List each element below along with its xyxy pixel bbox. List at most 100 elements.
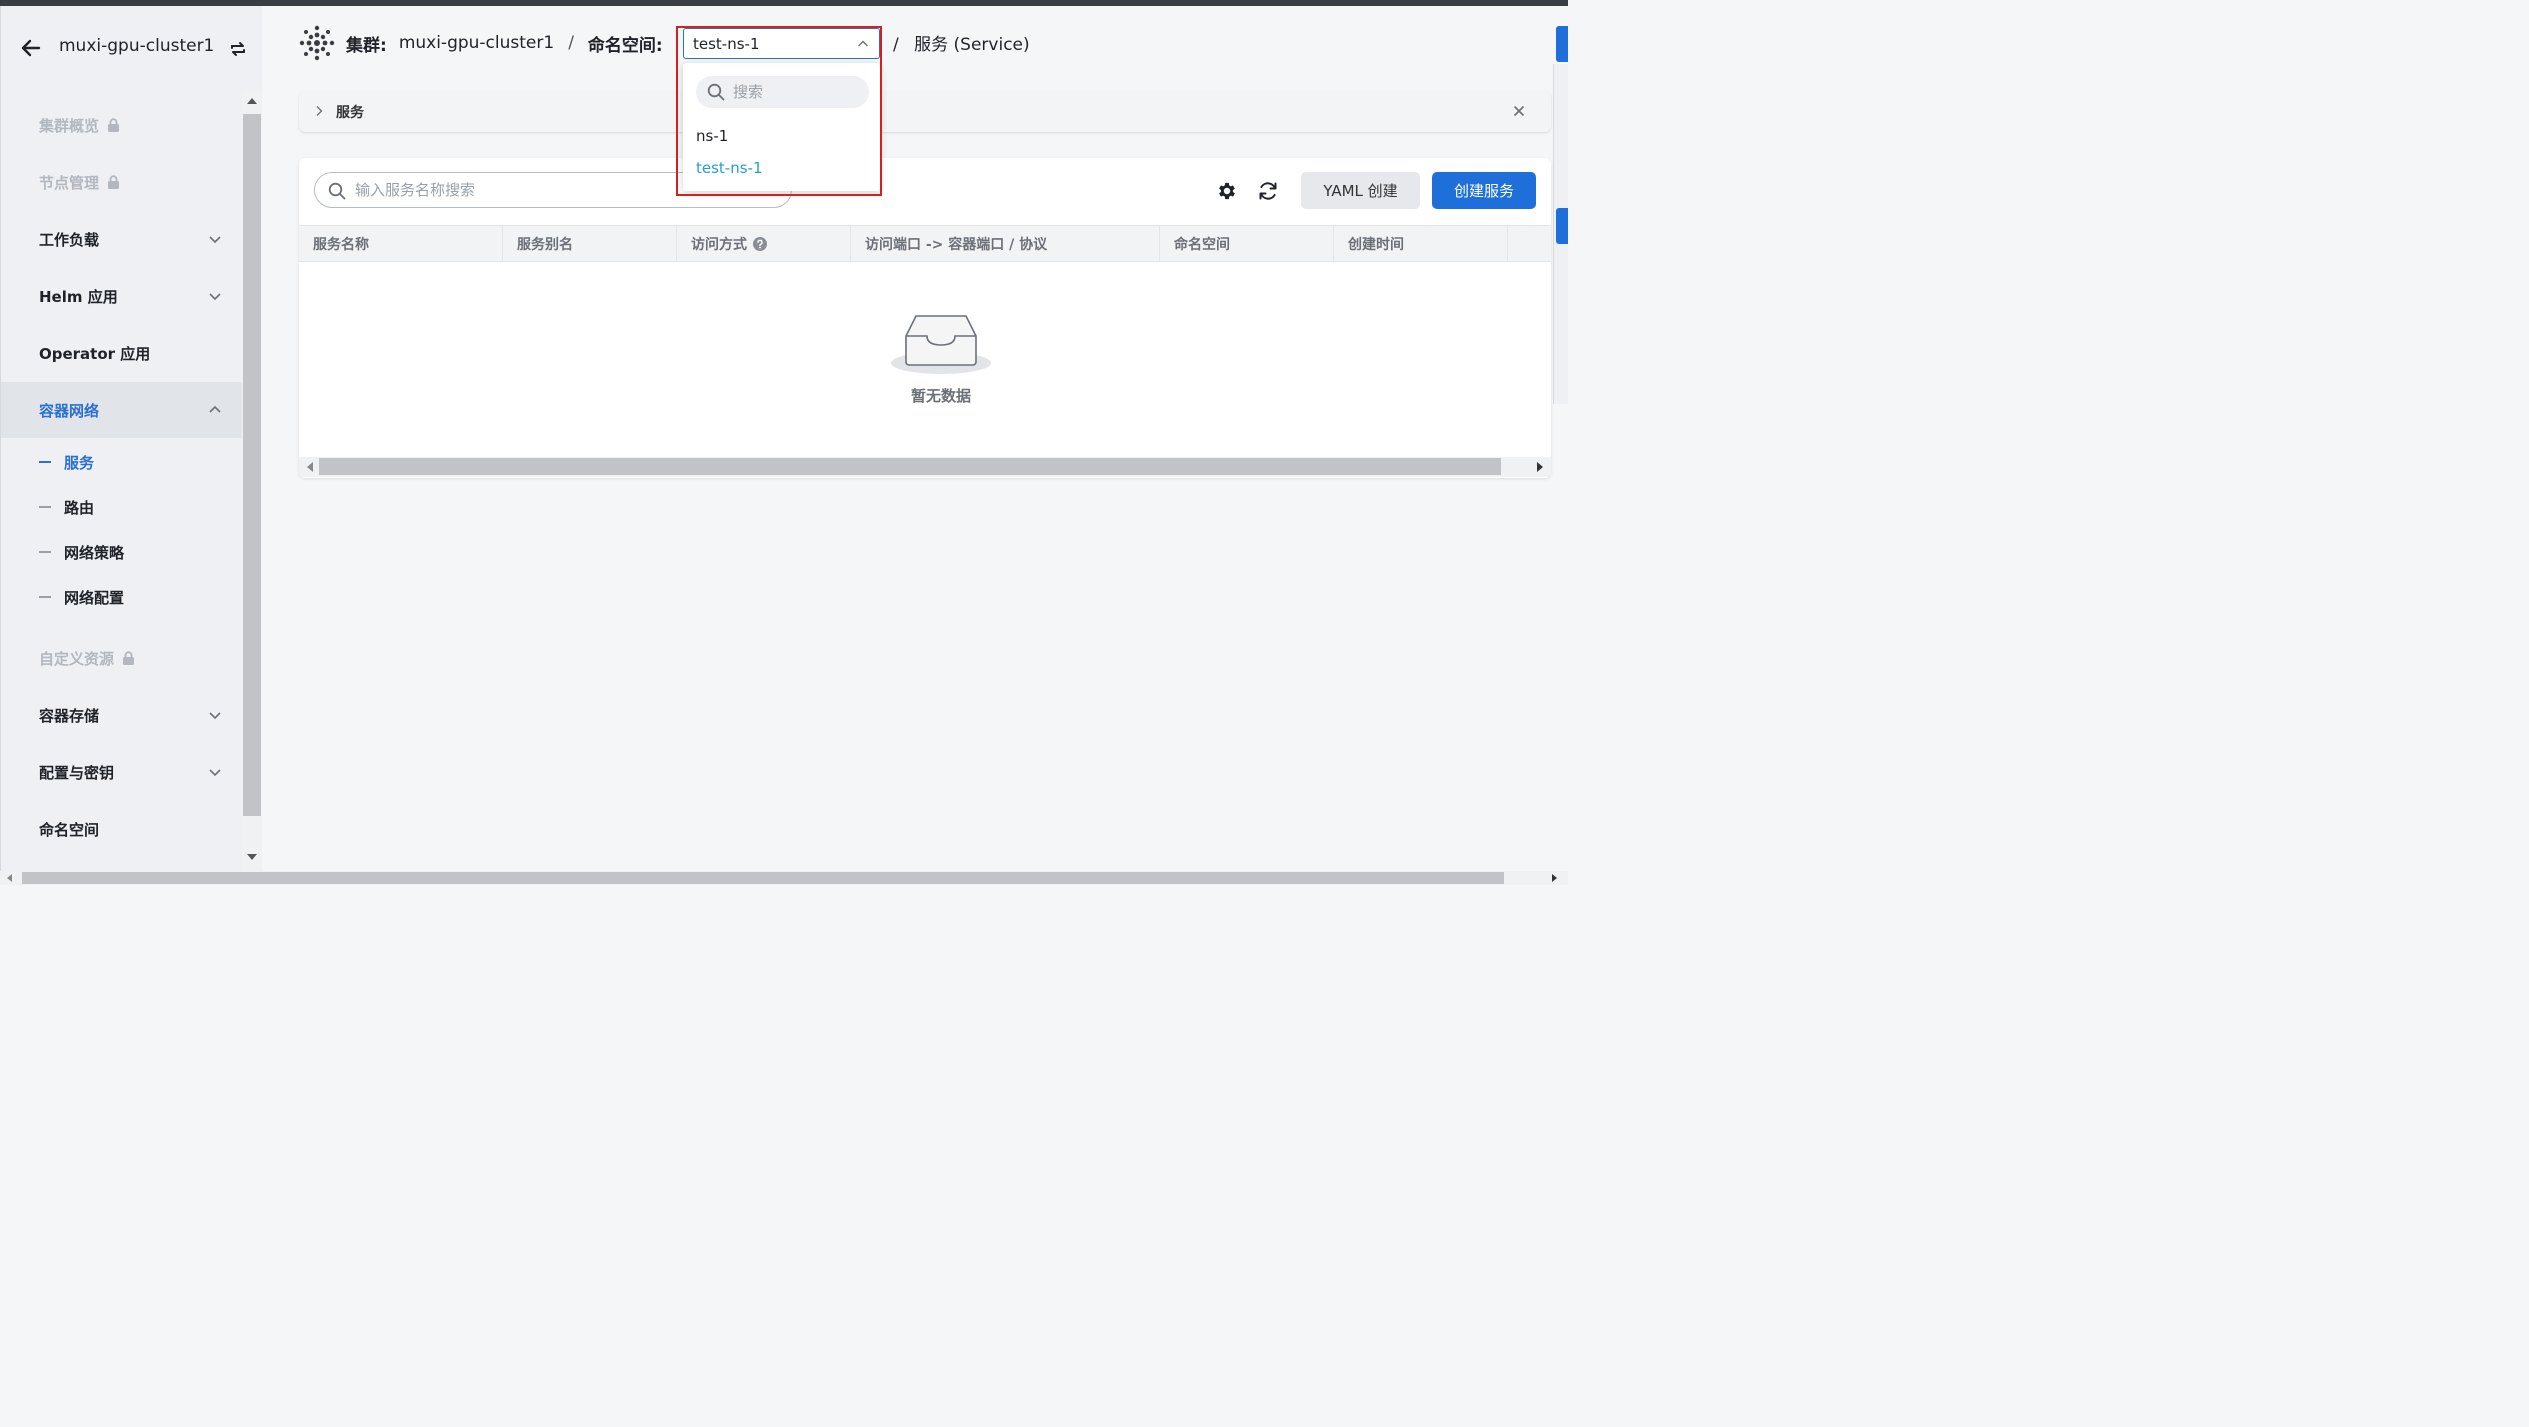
cluster-icon <box>299 25 335 61</box>
sidebar-item-label: 容器网络 <box>39 401 100 420</box>
dash-marker <box>39 461 51 463</box>
sidebar-item-label: Operator 应用 <box>39 344 151 363</box>
lock-icon <box>108 117 120 132</box>
sidebar-item-node-management: 节点管理 <box>1 154 242 210</box>
chevron-down-icon <box>209 236 221 244</box>
empty-state-text: 暂无数据 <box>910 387 971 405</box>
back-arrow-icon[interactable] <box>19 36 43 60</box>
sidebar-item-label: 集群概览 <box>39 116 100 135</box>
sidebar-subitem-routes[interactable]: 路由 <box>1 487 242 527</box>
namespace-search-input[interactable] <box>733 79 861 105</box>
sidebar-scrollbar[interactable] <box>242 90 262 871</box>
namespace-select[interactable]: test-ns-1 <box>683 28 880 59</box>
chevron-down-icon <box>209 769 221 777</box>
cluster-label: 集群: <box>346 35 387 56</box>
sidebar-item-helm-apps[interactable]: Helm 应用 <box>1 268 242 324</box>
sidebar-item-label: 自定义资源 <box>39 649 115 668</box>
yaml-create-button[interactable]: YAML 创建 <box>1301 172 1420 209</box>
page-crumb: / 服务 (Service) <box>893 30 1030 55</box>
column-header-label: 访问方式 <box>691 236 747 253</box>
create-service-button[interactable]: 创建服务 <box>1432 172 1536 209</box>
switch-cluster-icon[interactable] <box>228 39 248 59</box>
banner-title: 服务 <box>336 105 364 121</box>
namespace-option-test-ns-1[interactable]: test-ns-1 <box>696 159 763 177</box>
namespace-dropdown: ns-1 test-ns-1 <box>683 63 880 191</box>
sidebar-item-container-storage[interactable]: 容器存储 <box>1 687 242 743</box>
scrollbar-thumb[interactable] <box>319 458 1501 475</box>
namespace-option-ns-1[interactable]: ns-1 <box>696 127 728 145</box>
close-icon[interactable] <box>1511 103 1527 119</box>
sidebar-item-custom-resources: 自定义资源 <box>1 630 242 686</box>
empty-state: 暂无数据 <box>890 310 992 405</box>
chevron-down-icon <box>209 712 221 720</box>
breadcrumb: 集群: muxi-gpu-cluster1 / 命名空间: <box>298 24 663 62</box>
column-header-ports[interactable]: 访问端口 -> 容器端口 / 协议 <box>851 226 1160 261</box>
chevron-right-icon[interactable] <box>313 105 325 117</box>
help-icon[interactable] <box>753 236 767 251</box>
sidebar-subitem-label: 网络配置 <box>64 588 125 607</box>
lock-icon <box>123 650 135 665</box>
breadcrumb-separator: / <box>568 33 574 53</box>
refresh-icon[interactable] <box>1256 179 1280 203</box>
scroll-right-arrow-icon[interactable] <box>1552 874 1557 882</box>
scrollbar-thumb[interactable] <box>22 872 1504 884</box>
right-edge-tab[interactable] <box>1556 208 1568 244</box>
sidebar-item-workloads[interactable]: 工作负载 <box>1 211 242 267</box>
lock-icon <box>108 174 120 189</box>
sidebar-subitem-services[interactable]: 服务 <box>1 442 242 482</box>
cluster-name: muxi-gpu-cluster1 <box>59 36 215 56</box>
sidebar: muxi-gpu-cluster1 集群概览 节点管理 工作负载 Helm 应用… <box>0 6 262 871</box>
sidebar-item-label: 命名空间 <box>39 820 100 839</box>
sidebar-subitem-label: 网络策略 <box>64 543 125 562</box>
scrollbar-thumb[interactable] <box>243 114 261 816</box>
sidebar-subitem-label: 路由 <box>64 498 95 517</box>
sidebar-item-label: 工作负载 <box>39 230 100 249</box>
page-title: 服务 (Service) <box>914 35 1030 55</box>
cluster-value-link[interactable]: muxi-gpu-cluster1 <box>399 33 554 53</box>
sidebar-item-cluster-overview: 集群概览 <box>1 97 242 153</box>
sidebar-item-container-network[interactable]: 容器网络 <box>1 382 242 438</box>
search-icon <box>328 182 346 200</box>
page-horizontal-scrollbar[interactable] <box>0 871 1568 885</box>
sidebar-item-label: 节点管理 <box>39 173 100 192</box>
chevron-up-icon <box>209 405 221 413</box>
column-header-access-method[interactable]: 访问方式 <box>677 226 851 261</box>
column-header-service-name[interactable]: 服务名称 <box>299 226 503 261</box>
table-header: 服务名称 服务别名 访问方式 访问端口 -> 容器端口 / 协议 命名空间 创建… <box>299 225 1551 262</box>
namespace-search[interactable] <box>696 76 869 108</box>
breadcrumb-separator: / <box>893 35 899 55</box>
dash-marker <box>39 596 51 598</box>
scroll-left-arrow-icon[interactable] <box>307 462 313 472</box>
column-header-service-alias[interactable]: 服务别名 <box>503 226 677 261</box>
sidebar-subitem-network-config[interactable]: 网络配置 <box>1 577 242 617</box>
info-banner: 服务 <box>299 91 1551 132</box>
sidebar-header: muxi-gpu-cluster1 <box>1 6 263 90</box>
chevron-down-icon <box>209 293 221 301</box>
table-horizontal-scrollbar[interactable] <box>299 457 1551 477</box>
services-card: YAML 创建 创建服务 服务名称 服务别名 访问方式 访问端口 -> 容器端口… <box>299 158 1551 478</box>
sidebar-item-operator-apps[interactable]: Operator 应用 <box>1 325 242 381</box>
search-icon <box>707 83 725 101</box>
sidebar-item-label: 配置与密钥 <box>39 763 115 782</box>
sidebar-item-config-secrets[interactable]: 配置与密钥 <box>1 744 242 800</box>
sidebar-item-namespaces[interactable]: 命名空间 <box>1 801 242 857</box>
scroll-up-arrow-icon[interactable] <box>247 98 257 104</box>
namespace-select-value: test-ns-1 <box>693 34 760 53</box>
empty-inbox-icon <box>891 315 991 374</box>
scroll-right-arrow-icon[interactable] <box>1537 462 1543 472</box>
right-edge-tab[interactable] <box>1556 26 1568 62</box>
scroll-down-arrow-icon[interactable] <box>247 854 257 860</box>
gear-icon[interactable] <box>1216 180 1238 202</box>
scroll-left-arrow-icon[interactable] <box>7 874 12 882</box>
sidebar-subitem-network-policies[interactable]: 网络策略 <box>1 532 242 572</box>
sidebar-subitem-label: 服务 <box>64 453 95 472</box>
column-header-created-time[interactable]: 创建时间 <box>1334 226 1508 261</box>
column-header-namespace[interactable]: 命名空间 <box>1160 226 1334 261</box>
namespace-label: 命名空间: <box>587 35 663 56</box>
sidebar-item-label: 容器存储 <box>39 706 100 725</box>
sidebar-nav: 集群概览 节点管理 工作负载 Helm 应用 Operator 应用 容器网络 … <box>1 90 242 871</box>
dash-marker <box>39 551 51 553</box>
dash-marker <box>39 506 51 508</box>
chevron-up-icon <box>858 40 868 47</box>
sidebar-item-label: Helm 应用 <box>39 287 118 306</box>
